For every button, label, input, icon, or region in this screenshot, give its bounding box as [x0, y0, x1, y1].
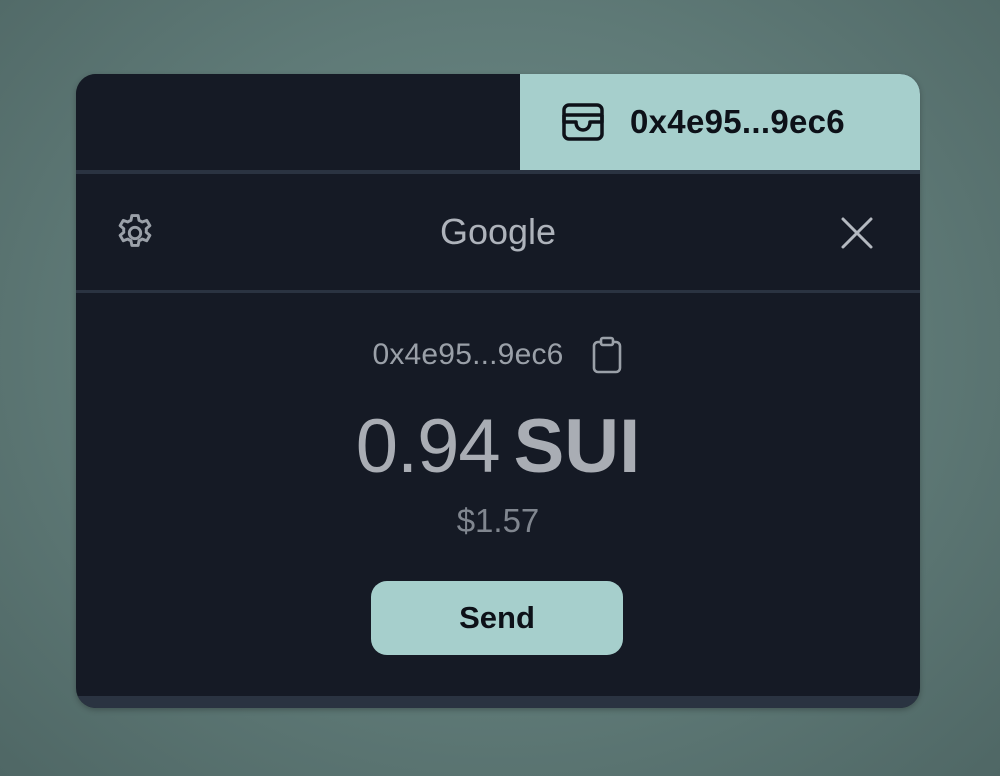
wallet-tab-address: 0x4e95...9ec6	[630, 103, 845, 140]
balance-amount: 0.94	[355, 404, 501, 489]
panel-header: Google	[76, 174, 920, 290]
usd-value: $1.57	[456, 502, 540, 539]
account-address-row: 0x4e95...9ec6	[76, 332, 920, 378]
bottom-border	[76, 696, 920, 708]
clipboard-icon[interactable]	[590, 335, 624, 375]
wallet-icon	[560, 99, 606, 145]
balance-unit: SUI	[513, 404, 641, 489]
balance-display: 0.94 SUI	[76, 404, 920, 490]
wallet-account-tab[interactable]: 0x4e95...9ec6	[520, 74, 920, 170]
send-button[interactable]: Send	[371, 581, 623, 655]
site-title: Google	[439, 211, 557, 252]
header-divider	[76, 290, 920, 293]
wallet-panel: 0x4e95...9ec6 Google 0x4e95...9ec6 0.94 …	[76, 74, 920, 708]
tab-bar: 0x4e95...9ec6	[76, 74, 920, 170]
close-icon[interactable]	[834, 210, 880, 256]
account-address: 0x4e95...9ec6	[372, 338, 564, 371]
